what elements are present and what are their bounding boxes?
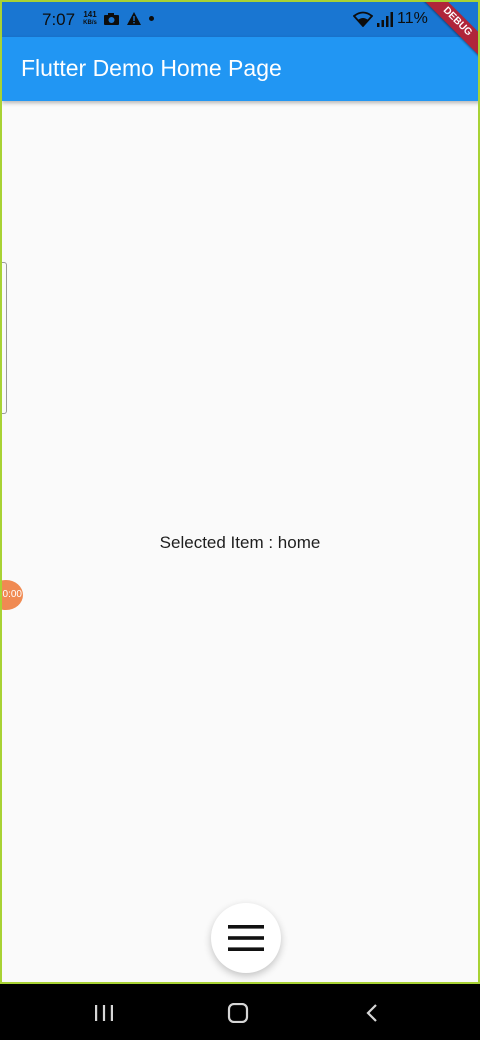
recents-icon [95,1005,113,1021]
status-system-icons: 11% [353,10,428,28]
system-navigation-bar [0,984,480,1040]
app-screen: 7:07 141 KB/s 11% Flutter Demo Home Page… [0,0,480,984]
selected-item-text: Selected Item : home [159,533,321,552]
signal-icon [377,11,393,27]
network-speed: 141 KB/s [81,11,99,27]
network-speed-value: 141 [83,10,97,19]
timer-bubble[interactable]: 0:00 [2,580,23,610]
status-bar: 7:07 141 KB/s 11% [2,2,478,37]
edge-panel-handle[interactable] [2,262,7,414]
network-speed-unit: KB/s [83,20,97,26]
warning-icon [127,12,141,25]
camera-icon [104,12,119,25]
battery-text: 11% [397,10,428,27]
menu-fab-button[interactable] [211,903,281,973]
home-icon [227,1003,249,1023]
status-notification-icons [104,12,154,25]
page-title: Flutter Demo Home Page [21,55,282,81]
menu-icon [228,925,264,951]
back-icon [366,1004,377,1022]
recents-button[interactable] [89,998,119,1028]
status-time: 7:07 [42,10,76,29]
dot-icon [149,16,154,21]
back-button[interactable] [357,998,387,1028]
home-button[interactable] [223,998,253,1028]
wifi-icon [353,11,373,27]
app-bar: Flutter Demo Home Page [2,37,478,101]
